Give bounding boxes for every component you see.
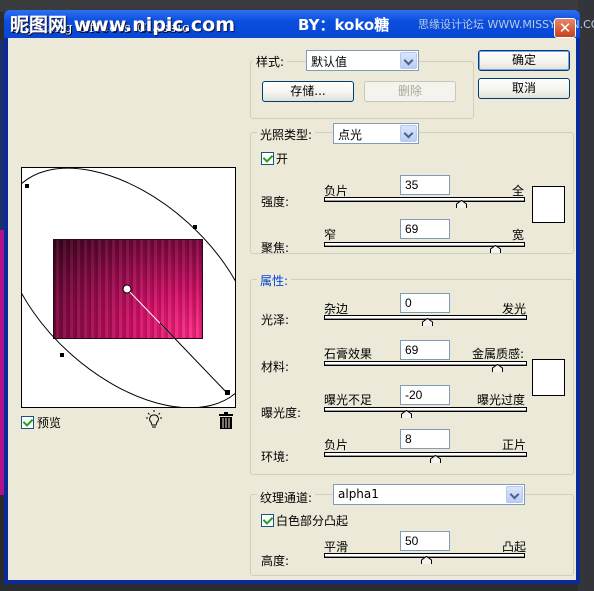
exposure-min-label: 曝光不足 <box>324 393 373 407</box>
light-type-select-value: 点光 <box>338 128 363 142</box>
light-on-checkbox[interactable]: 开 <box>261 150 288 167</box>
properties-label: 属性: <box>257 272 292 289</box>
dialog-body: 预览 确定 取消 样式: 默认值 存储... 删除 光照类型: 点光 开 强度:… <box>8 38 576 580</box>
intensity-input[interactable] <box>400 175 450 195</box>
direction-handle[interactable] <box>225 390 230 395</box>
watermark-author: BY：koko糖 <box>298 16 390 34</box>
material-max-label: 金属质感: <box>472 347 525 361</box>
slider-thumb[interactable] <box>455 200 467 208</box>
ellipse-handle[interactable] <box>25 184 29 188</box>
white-is-high-checkbox[interactable]: 白色部分凸起 <box>261 512 348 529</box>
light-center-handle[interactable] <box>122 284 132 294</box>
exposure-input[interactable] <box>400 385 450 405</box>
ok-button[interactable]: 确定 <box>478 50 570 71</box>
texture-channel-value: alpha1 <box>338 487 379 501</box>
material-label: 材料: <box>261 360 290 374</box>
focus-input[interactable] <box>400 219 450 239</box>
gloss-slider[interactable] <box>324 315 527 326</box>
title-bar[interactable]: Lighting Effects Classic 昵图网 www.nipic.c… <box>4 10 594 38</box>
style-label: 样式: <box>253 53 288 70</box>
preview-checkbox[interactable]: 预览 <box>21 414 61 431</box>
chevron-down-icon[interactable] <box>400 52 417 69</box>
texture-channel-label: 纹理通道: <box>257 489 316 506</box>
light-preview-canvas[interactable] <box>21 167 236 408</box>
ambience-label: 环境: <box>261 450 290 464</box>
ellipse-handle[interactable] <box>60 353 64 357</box>
light-direction-line-dark <box>159 322 229 395</box>
close-button[interactable]: ✕ <box>554 18 576 38</box>
white-is-high-check-icon[interactable] <box>261 514 274 527</box>
desktop-background-right <box>578 0 594 591</box>
lighting-effects-dialog: Lighting Effects Classic 昵图网 www.nipic.c… <box>4 10 594 584</box>
light-type-select[interactable]: 点光 <box>333 123 419 144</box>
slider-thumb[interactable] <box>489 245 501 253</box>
chevron-down-icon[interactable] <box>506 486 523 503</box>
slider-thumb[interactable] <box>491 364 503 372</box>
ambience-input[interactable] <box>400 429 450 449</box>
close-icon: ✕ <box>558 19 572 37</box>
preview-check-icon[interactable] <box>21 416 34 429</box>
light-on-label: 开 <box>276 152 289 166</box>
focus-label: 聚焦: <box>261 241 290 255</box>
material-slider[interactable] <box>324 361 527 372</box>
height-slider[interactable] <box>324 553 525 564</box>
focus-min-label: 窄 <box>324 228 337 242</box>
intensity-label: 强度: <box>261 195 290 209</box>
exposure-max-label: 曝光过度 <box>477 393 526 407</box>
height-input[interactable] <box>400 531 450 551</box>
exposure-label: 曝光度: <box>261 406 302 420</box>
ellipse-handle[interactable] <box>193 225 197 229</box>
cancel-button[interactable]: 取消 <box>478 78 570 99</box>
light-type-label: 光照类型: <box>257 126 316 143</box>
ambient-color-swatch[interactable] <box>532 359 565 396</box>
ambience-min-label: 负片 <box>324 438 349 452</box>
light-on-check-icon[interactable] <box>261 152 274 165</box>
preview-checkbox-label: 预览 <box>37 416 62 430</box>
intensity-slider[interactable] <box>324 197 525 208</box>
exposure-slider[interactable] <box>324 407 527 418</box>
slider-thumb[interactable] <box>421 318 433 326</box>
height-label: 高度: <box>261 554 290 568</box>
focus-slider[interactable] <box>324 242 525 253</box>
gloss-input[interactable] <box>400 293 450 313</box>
watermark-nipic: 昵图网 www.nipic.com <box>10 14 236 36</box>
new-light-bulb-icon[interactable] <box>144 410 164 430</box>
ambience-slider[interactable] <box>324 452 527 463</box>
delete-light-trash-icon[interactable] <box>219 412 233 429</box>
style-select[interactable]: 默认值 <box>306 50 419 71</box>
save-style-button[interactable]: 存储... <box>262 81 354 102</box>
slider-thumb[interactable] <box>401 410 413 418</box>
texture-channel-select[interactable]: alpha1 <box>333 484 525 505</box>
style-select-value: 默认值 <box>311 55 348 69</box>
gloss-label: 光泽: <box>261 313 290 327</box>
white-is-high-label: 白色部分凸起 <box>276 514 349 528</box>
chevron-down-icon[interactable] <box>400 125 417 142</box>
light-ellipse-overlay <box>22 168 235 407</box>
slider-thumb[interactable] <box>420 556 432 564</box>
slider-thumb[interactable] <box>429 455 441 463</box>
material-input[interactable] <box>400 340 450 360</box>
focus-max-label: 宽 <box>512 228 525 242</box>
ambience-max-label: 正片 <box>502 438 527 452</box>
material-min-label: 石膏效果 <box>324 347 373 361</box>
light-color-swatch[interactable] <box>532 186 565 223</box>
delete-style-button[interactable]: 删除 <box>364 81 456 102</box>
